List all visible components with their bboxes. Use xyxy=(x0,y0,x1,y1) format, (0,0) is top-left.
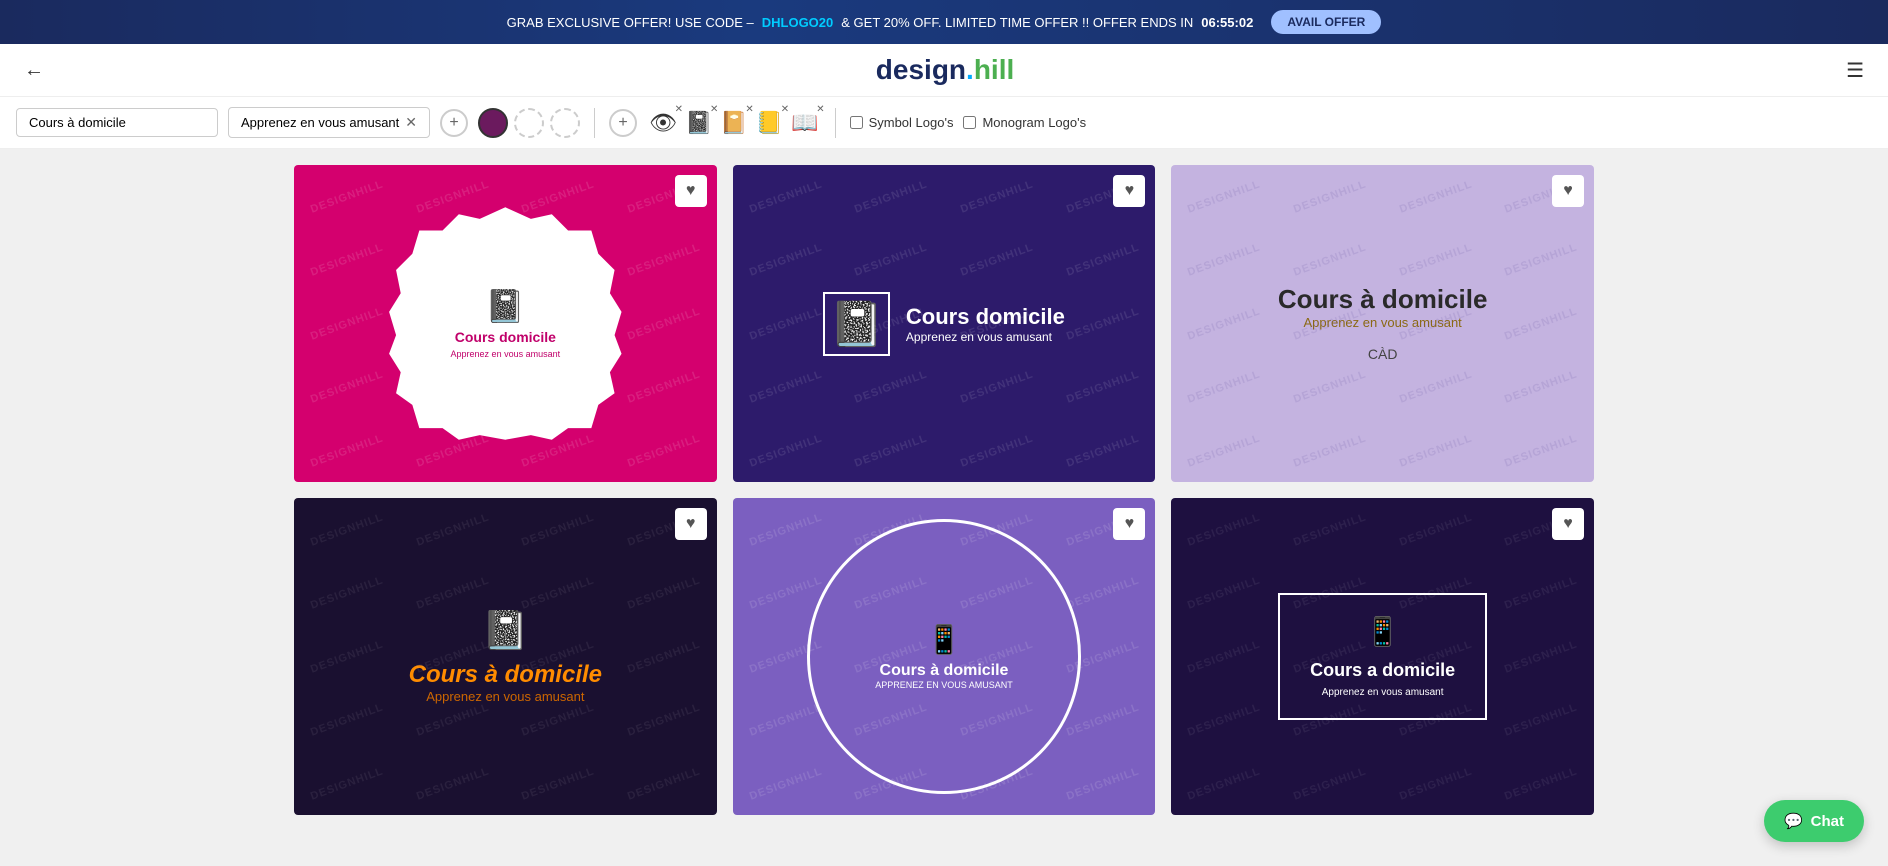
monogram-logos-label: Monogram Logo's xyxy=(982,115,1086,130)
notebook-filter-item-2[interactable]: 📔 ✕ xyxy=(718,108,749,138)
tagline-input-container: Apprenez en vous amusant ✕ xyxy=(228,107,430,138)
card-3-abbr: CÀD xyxy=(1368,346,1398,362)
promo-banner: GRAB EXCLUSIVE OFFER! USE CODE – DHLOGO2… xyxy=(0,0,1888,44)
circle-badge: 📱 Cours à domicile Apprenez en vous amus… xyxy=(807,519,1082,794)
logo-card-5[interactable]: DESIGNHILL DESIGNHILL DESIGNHILL DESIGNH… xyxy=(733,498,1156,815)
book-filter-item[interactable]: 📖 ✕ xyxy=(789,108,820,138)
notebook-filter-remove-2[interactable]: ✕ xyxy=(745,104,753,115)
card-6-subtitle: Apprenez en vous amusant xyxy=(1322,687,1444,698)
symbol-logos-label: Symbol Logo's xyxy=(869,115,954,130)
icon-filter-group: 👁 ✕ 📓 ✕ 📔 ✕ 📒 ✕ 📖 ✕ xyxy=(647,108,821,138)
logo-card-1[interactable]: DESIGNHILL DESIGNHILL DESIGNHILL DESIGNH… xyxy=(294,165,717,482)
notebook-icon: 📓 xyxy=(485,287,525,325)
card-3-content: Cours à domicile Apprenez en vous amusan… xyxy=(1171,165,1594,482)
chat-button[interactable]: 💬 Chat xyxy=(1764,800,1864,842)
offer-code: DHLOGO20 xyxy=(762,15,834,30)
color-circle-empty-2[interactable] xyxy=(550,108,580,138)
notebook-icon-5: 📱 xyxy=(927,623,962,656)
card-3-subtitle: Apprenez en vous amusant xyxy=(1304,315,1462,330)
badge-shape: 📓 Cours domicile Apprenez en vous amusan… xyxy=(389,207,621,439)
logo-card-2[interactable]: DESIGNHILL DESIGNHILL DESIGNHILL DESIGNH… xyxy=(733,165,1156,482)
notebook-filter-remove-1[interactable]: ✕ xyxy=(710,104,718,115)
symbol-logos-checkbox[interactable] xyxy=(850,116,863,129)
color-picker-group xyxy=(478,108,580,138)
eye-filter-remove[interactable]: ✕ xyxy=(675,104,683,115)
notebook-filter-remove-3[interactable]: ✕ xyxy=(781,104,789,115)
card-6-title: Cours a domicile xyxy=(1310,660,1455,681)
favorite-button-5[interactable]: ♥ xyxy=(1113,508,1145,540)
card-4-subtitle: Apprenez en vous amusant xyxy=(426,689,584,704)
logo-grid: DESIGNHILL DESIGNHILL DESIGNHILL DESIGNH… xyxy=(244,149,1644,831)
notebook-icon-1: 📓 xyxy=(685,110,712,135)
eye-filter-item[interactable]: 👁 ✕ xyxy=(647,108,679,138)
add-text-button[interactable]: + xyxy=(440,109,468,137)
notebook-icon-2: 📔 xyxy=(720,110,747,135)
book-icon: 📖 xyxy=(791,110,818,135)
company-name-input[interactable] xyxy=(16,108,218,137)
card-4-content: 📓 Cours à domicile Apprenez en vous amus… xyxy=(294,498,717,815)
divider-2 xyxy=(835,108,836,138)
chat-icon: 💬 xyxy=(1784,812,1803,830)
monogram-logos-checkbox[interactable] xyxy=(963,116,976,129)
back-button[interactable]: ← xyxy=(24,59,44,82)
card-2-content: 📓 Cours domicile Apprenez en vous amusan… xyxy=(733,165,1156,482)
color-circle-empty-1[interactable] xyxy=(514,108,544,138)
notebook-icon-3: 📒 xyxy=(756,110,783,135)
favorite-button-3[interactable]: ♥ xyxy=(1552,175,1584,207)
logo-design: design xyxy=(876,54,966,85)
tagline-clear-button[interactable]: ✕ xyxy=(405,114,417,131)
favorite-button-4[interactable]: ♥ xyxy=(675,508,707,540)
controls-bar: Apprenez en vous amusant ✕ + + 👁 ✕ 📓 ✕ 📔… xyxy=(0,97,1888,149)
notebook-icon-2: 📓 xyxy=(823,292,890,356)
countdown-timer: 06:55:02 xyxy=(1201,15,1253,30)
notebook-filter-item-1[interactable]: 📓 ✕ xyxy=(683,108,714,138)
logo-hill: hill xyxy=(974,54,1014,85)
favorite-button-2[interactable]: ♥ xyxy=(1113,175,1145,207)
symbol-logos-filter[interactable]: Symbol Logo's xyxy=(850,115,954,130)
card-1-content: 📓 Cours domicile Apprenez en vous amusan… xyxy=(294,165,717,482)
book-filter-remove[interactable]: ✕ xyxy=(816,104,824,115)
card-2-subtitle: Apprenez en vous amusant xyxy=(906,330,1065,344)
logo-card-3[interactable]: DESIGNHILL DESIGNHILL DESIGNHILL DESIGNH… xyxy=(1171,165,1594,482)
card-5-title: Cours à domicile xyxy=(880,662,1009,680)
eye-icon: 👁 xyxy=(649,110,677,135)
favorite-button-6[interactable]: ♥ xyxy=(1552,508,1584,540)
avail-offer-button[interactable]: AVAIL OFFER xyxy=(1271,10,1381,34)
notebook-icon-6: 📱 xyxy=(1365,615,1400,648)
card-1-title: Cours domicile xyxy=(455,329,556,345)
notebook-icon-4: 📓 xyxy=(482,609,529,653)
tagline-text: Apprenez en vous amusant xyxy=(241,115,399,130)
monogram-logos-filter[interactable]: Monogram Logo's xyxy=(963,115,1086,130)
add-icon-button[interactable]: + xyxy=(609,109,637,137)
logo-dot: . xyxy=(966,54,974,85)
favorite-button-1[interactable]: ♥ xyxy=(675,175,707,207)
banner-text-before: GRAB EXCLUSIVE OFFER! USE CODE – xyxy=(507,15,754,30)
card-1-subtitle: Apprenez en vous amusant xyxy=(451,349,561,359)
card-5-subtitle: Apprenez en vous amusant xyxy=(875,680,1013,690)
rect-border: 📱 Cours a domicile Apprenez en vous amus… xyxy=(1278,593,1487,720)
card-6-content: 📱 Cours a domicile Apprenez en vous amus… xyxy=(1171,498,1594,815)
logo-card-6[interactable]: DESIGNHILL DESIGNHILL DESIGNHILL DESIGNH… xyxy=(1171,498,1594,815)
header: ← design.hill ☰ xyxy=(0,44,1888,97)
card-2-text-block: Cours domicile Apprenez en vous amusant xyxy=(906,304,1065,344)
hamburger-menu[interactable]: ☰ xyxy=(1846,58,1864,83)
card-2-title: Cours domicile xyxy=(906,304,1065,330)
banner-text-after: & GET 20% OFF. LIMITED TIME OFFER !! OFF… xyxy=(841,15,1193,30)
notebook-filter-item-3[interactable]: 📒 ✕ xyxy=(754,108,785,138)
color-circle-purple[interactable] xyxy=(478,108,508,138)
chat-label: Chat xyxy=(1811,813,1844,830)
divider-1 xyxy=(594,108,595,138)
card-4-title: Cours à domicile xyxy=(409,661,602,689)
card-5-content: 📱 Cours à domicile Apprenez en vous amus… xyxy=(733,498,1156,815)
card-3-title: Cours à domicile xyxy=(1278,284,1488,315)
logo-card-4[interactable]: DESIGNHILL DESIGNHILL DESIGNHILL DESIGNH… xyxy=(294,498,717,815)
logo: design.hill xyxy=(876,54,1014,86)
